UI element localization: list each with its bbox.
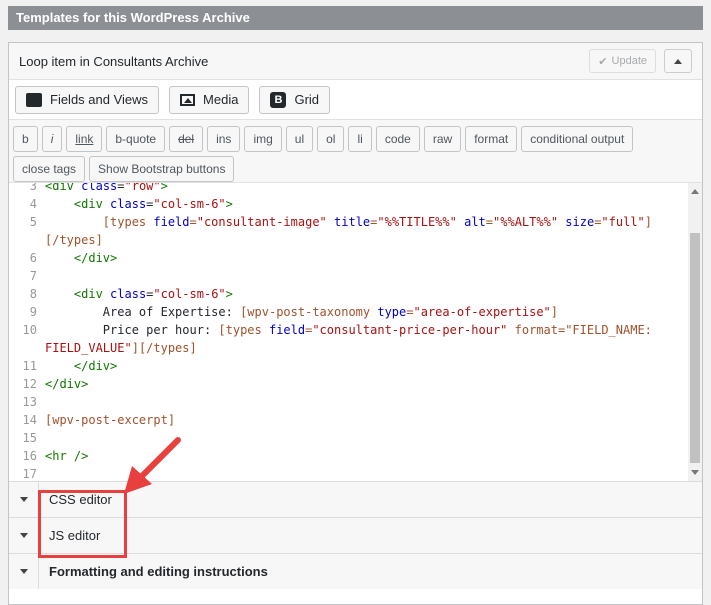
fields-views-icon: [26, 92, 42, 107]
code-text: <div class="col-sm-6">: [73, 197, 233, 211]
code-text: </div>: [73, 251, 118, 265]
qt-close-tags-button[interactable]: close tags: [13, 156, 86, 182]
code-line: 6 </div>: [9, 249, 688, 267]
code-line: 3 <div class="row">: [9, 183, 688, 195]
header-title: Templates for this WordPress Archive: [16, 10, 250, 25]
formatting-instructions-section[interactable]: Formatting and editing instructions: [9, 553, 702, 589]
code-text: [wpv-post-excerpt]: [45, 413, 176, 427]
formatting-instructions-toggle[interactable]: [9, 554, 39, 589]
code-line: FIELD_VALUE"][/types]: [9, 339, 688, 357]
code-line: 5 [types field="consultant-image" title=…: [9, 213, 688, 231]
caret-down-icon: [19, 497, 28, 502]
qt-del-button[interactable]: del: [169, 126, 204, 152]
code-line: 13: [9, 393, 688, 411]
line-number: 17: [22, 467, 37, 481]
annotation-arrow-icon: [124, 437, 181, 494]
line-number: 16: [22, 449, 37, 463]
code-line: 12 </div>: [9, 375, 688, 393]
qt-link-button[interactable]: link: [66, 126, 103, 152]
code-editor[interactable]: 3 <div class="row"> 4 <div class="col-sm-6…: [9, 183, 702, 481]
line-number: 8: [29, 287, 37, 301]
qt-ol-button[interactable]: ol: [317, 126, 345, 152]
code-line: 11 </div>: [9, 357, 688, 375]
panel-title: Loop item in Consultants Archive: [19, 53, 209, 69]
code-line: 9 Area of Expertise: [wpv-post-taxonomy …: [9, 303, 688, 321]
scroll-down-arrow-icon[interactable]: [691, 470, 699, 475]
update-label: Update: [611, 55, 647, 67]
code-line: 15: [9, 429, 688, 447]
checkmark-icon: ✔: [598, 55, 608, 68]
code-text: </div>: [45, 377, 89, 391]
line-number: 7: [29, 269, 37, 283]
code-line: 17: [9, 465, 688, 481]
line-number: 10: [22, 323, 37, 337]
media-button[interactable]: Media: [169, 85, 250, 114]
line-number: 13: [22, 395, 37, 409]
highlight-box: [38, 490, 127, 558]
code-line: 4 <div class="col-sm-6">: [9, 195, 688, 213]
line-number: 12: [22, 377, 37, 391]
collapse-panel-button[interactable]: [664, 49, 692, 73]
fields-and-views-label: Fields and Views: [50, 92, 149, 107]
scrollbar-thumb[interactable]: [690, 233, 700, 463]
quicktags-toolbar: b i link b-quote del ins img ul ol li co…: [9, 120, 702, 183]
qt-conditional-output-button[interactable]: conditional output: [521, 126, 634, 152]
code-line: 7: [9, 267, 688, 285]
media-label: Media: [203, 92, 239, 107]
line-number: 14: [22, 413, 37, 427]
code-line: 8 <div class="col-sm-6">: [9, 285, 688, 303]
image-icon: [180, 93, 196, 106]
update-button[interactable]: ✔ Update: [589, 49, 656, 73]
caret-down-icon: [19, 533, 28, 538]
qt-raw-button[interactable]: raw: [423, 126, 462, 152]
code-text: </div>: [73, 359, 118, 373]
code-text: [types field="consultant-image" title="%…: [102, 215, 653, 229]
code-lines: 3 <div class="row"> 4 <div class="col-sm-6…: [9, 183, 688, 481]
qt-code-button[interactable]: code: [375, 126, 420, 152]
bootstrap-icon: B: [270, 91, 287, 108]
qt-li-button[interactable]: li: [348, 126, 372, 152]
editor-scrollbar[interactable]: [688, 183, 702, 481]
qt-italic-button[interactable]: i: [41, 126, 63, 152]
code-text: [/types]: [45, 233, 103, 247]
show-bootstrap-buttons-button[interactable]: Show Bootstrap buttons: [89, 156, 235, 182]
code-text: <div class="col-sm-6">: [73, 287, 233, 301]
js-editor-toggle[interactable]: [9, 518, 39, 553]
line-number: 9: [29, 305, 37, 319]
line-number: 6: [29, 251, 37, 265]
code-line: [/types]: [9, 231, 688, 249]
scroll-up-arrow-icon[interactable]: [691, 189, 699, 194]
code-text: Area of Expertise: [wpv-post-taxonomy ty…: [45, 305, 559, 319]
media-buttons-row: Fields and Views Media B Grid: [9, 80, 702, 120]
qt-img-button[interactable]: img: [244, 126, 282, 152]
grid-label: Grid: [294, 92, 320, 107]
panel-header: Loop item in Consultants Archive ✔ Updat…: [9, 43, 702, 80]
code-line: 10 Price per hour: [types field="consult…: [9, 321, 688, 339]
code-line: 14 [wpv-post-excerpt]: [9, 411, 688, 429]
qt-format-button[interactable]: format: [465, 126, 518, 152]
archive-templates-header: Templates for this WordPress Archive: [8, 6, 703, 30]
line-number: 11: [22, 359, 37, 373]
caret-up-icon: [674, 58, 682, 64]
caret-down-icon: [19, 569, 28, 574]
code-text: Price per hour: [types field="consultant…: [45, 323, 652, 337]
fields-and-views-button[interactable]: Fields and Views: [15, 85, 160, 114]
code-text: FIELD_VALUE"][/types]: [45, 341, 197, 355]
grid-button[interactable]: B Grid: [259, 85, 331, 114]
css-editor-toggle[interactable]: [9, 482, 39, 517]
qt-ul-button[interactable]: ul: [285, 126, 314, 152]
line-number: 4: [29, 197, 37, 211]
code-text: <hr />: [45, 449, 89, 463]
code-line: 16 <hr />: [9, 447, 688, 465]
formatting-instructions-label: Formatting and editing instructions: [49, 564, 268, 579]
qt-bold-button[interactable]: b: [13, 126, 38, 152]
line-number: 15: [22, 431, 37, 445]
qt-ins-button[interactable]: ins: [207, 126, 241, 152]
code-text: <div class="row">: [45, 183, 168, 193]
line-number: 3: [29, 183, 37, 193]
line-number: 5: [29, 215, 37, 229]
qt-blockquote-button[interactable]: b-quote: [106, 126, 166, 152]
